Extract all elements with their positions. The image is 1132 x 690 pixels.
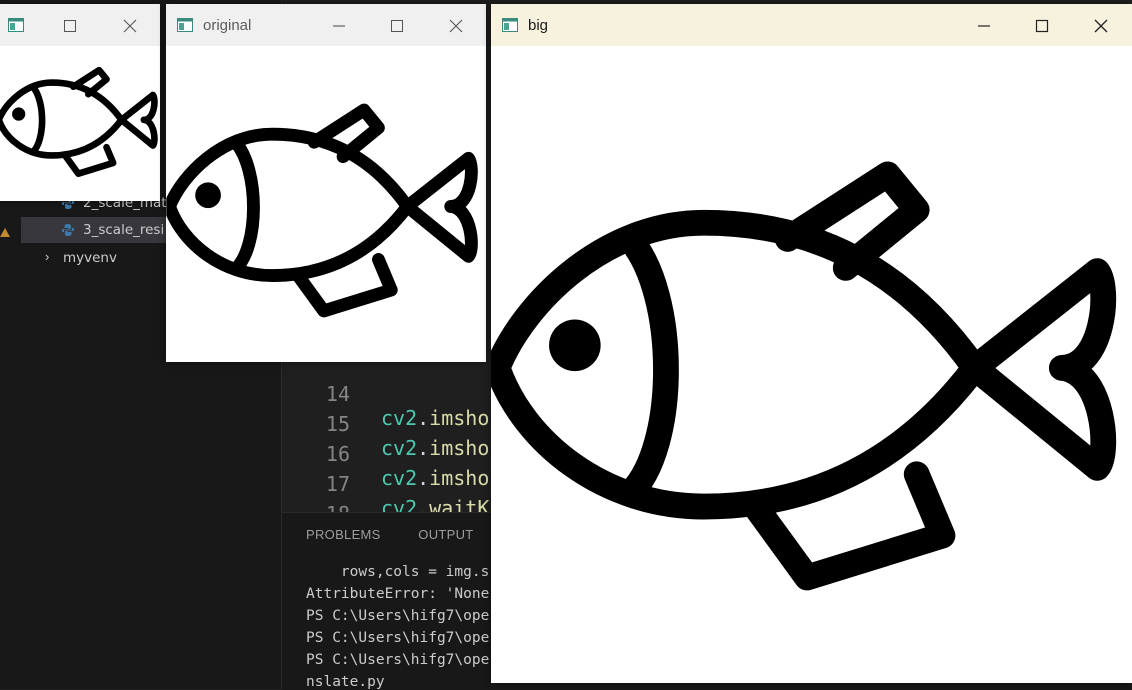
code-line: 15 cv2.imsho	[282, 388, 489, 460]
window-title: original	[203, 17, 252, 34]
window-titlebar[interactable]: big	[491, 4, 1132, 46]
big-image-window[interactable]: big	[491, 4, 1132, 683]
code-module: cv2	[381, 436, 418, 460]
maximize-button[interactable]	[374, 10, 420, 42]
code-line: 14 cv2.imsho	[282, 358, 489, 430]
window-titlebar[interactable]: original	[166, 4, 486, 46]
terminal-line: PS C:\Users\hifg7\ope	[306, 652, 490, 668]
maximize-button[interactable]	[47, 10, 93, 42]
code-line: 16 cv2.imsho	[282, 418, 489, 490]
minimize-button[interactable]	[316, 10, 362, 42]
terminal-line: PS C:\Users\hifg7\ope	[306, 630, 490, 646]
image-canvas	[0, 46, 160, 201]
fish-image	[166, 102, 486, 327]
small-image-window[interactable]	[0, 4, 160, 201]
image-canvas	[166, 46, 486, 362]
terminal-line: AttributeError: 'None	[306, 586, 490, 602]
python-icon	[61, 224, 75, 236]
close-button[interactable]	[433, 10, 479, 42]
fish-image	[0, 66, 160, 182]
app-icon	[177, 18, 193, 32]
fish-image	[491, 158, 1132, 610]
terminal-line: PS C:\Users\hifg7\ope	[306, 608, 490, 624]
app-icon	[8, 18, 24, 32]
code-module: cv2	[381, 466, 418, 490]
warning-icon	[0, 228, 10, 237]
code-function: imsho	[429, 436, 490, 460]
tab-output[interactable]: OUTPUT	[418, 527, 473, 542]
tab-problems[interactable]: PROBLEMS	[306, 527, 381, 542]
file-label: 3_scale_resi	[83, 222, 165, 238]
folder-label: myvenv	[63, 250, 117, 266]
app-icon	[502, 18, 518, 32]
maximize-button[interactable]	[1019, 10, 1065, 42]
code-line: 18 cv2.destr	[282, 478, 489, 550]
code-line: 17 cv2.waitK	[282, 448, 489, 520]
image-canvas	[491, 46, 1132, 683]
window-titlebar[interactable]	[0, 4, 160, 46]
terminal-line: rows,cols = img.s	[306, 564, 490, 580]
terminal-line: nslate.py	[306, 674, 385, 690]
chevron-right-icon: ›	[45, 249, 50, 264]
minimize-button[interactable]	[961, 10, 1007, 42]
close-button[interactable]	[107, 10, 153, 42]
code-module: cv2	[381, 406, 418, 430]
close-button[interactable]	[1078, 10, 1124, 42]
code-function: imsho	[429, 466, 490, 490]
window-title: big	[528, 17, 549, 34]
original-image-window[interactable]: original	[166, 4, 486, 362]
code-function: imsho	[429, 406, 490, 430]
